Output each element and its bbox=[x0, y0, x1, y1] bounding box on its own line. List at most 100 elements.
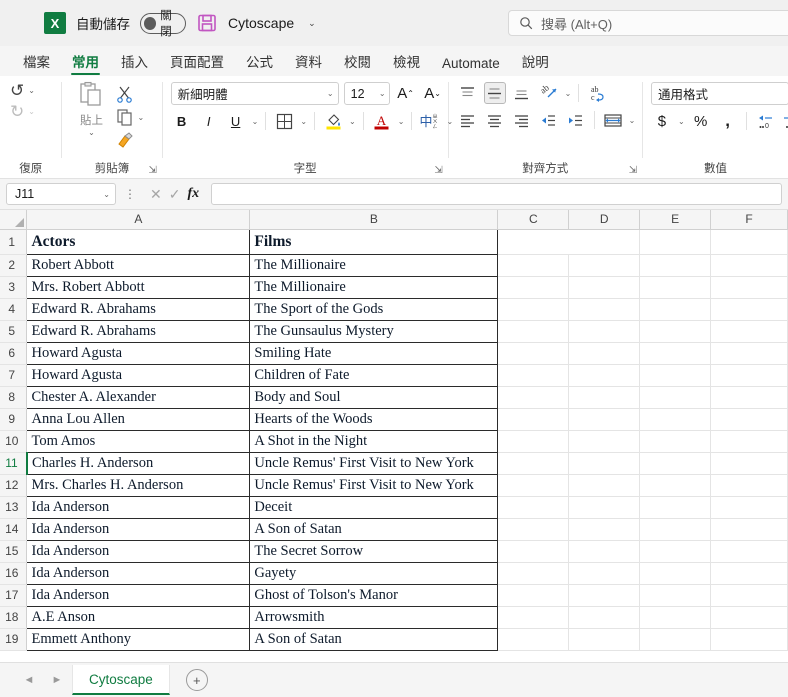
cell-A5[interactable]: Edward R. Abrahams bbox=[26, 320, 251, 343]
cell-A11[interactable]: Charles H. Anderson bbox=[25, 452, 251, 475]
cell-D6[interactable] bbox=[568, 342, 641, 365]
cell-C4[interactable] bbox=[497, 298, 570, 321]
cell-A10[interactable]: Tom Amos bbox=[26, 430, 251, 453]
cell-F7[interactable] bbox=[710, 364, 788, 387]
tab-file[interactable]: 檔案 bbox=[14, 48, 59, 76]
undo-button[interactable]: ↺ ⌄ bbox=[10, 82, 35, 99]
cell-E10[interactable] bbox=[639, 430, 712, 453]
text-orientation-button[interactable]: ab bbox=[538, 82, 560, 104]
cell-E1[interactable] bbox=[639, 228, 712, 255]
tab-formulas[interactable]: 公式 bbox=[237, 48, 282, 76]
cell-A6[interactable]: Howard Agusta bbox=[26, 342, 251, 365]
cell-F8[interactable] bbox=[710, 386, 788, 409]
bold-button[interactable]: B bbox=[171, 110, 193, 132]
cell-F19[interactable] bbox=[710, 628, 788, 651]
font-size-combobox[interactable]: 12 ⌄ bbox=[343, 82, 390, 105]
align-right-button[interactable] bbox=[511, 109, 533, 131]
cell-B13[interactable]: Deceit bbox=[249, 496, 499, 519]
cell-D8[interactable] bbox=[568, 386, 641, 409]
align-left-button[interactable] bbox=[457, 109, 479, 131]
row-header-5[interactable]: 5 bbox=[0, 320, 28, 343]
column-header-d[interactable]: D bbox=[568, 210, 641, 230]
cell-E9[interactable] bbox=[639, 408, 712, 431]
cell-F4[interactable] bbox=[710, 298, 788, 321]
paste-button[interactable]: 貼上 ⌄ bbox=[68, 81, 114, 137]
copy-button[interactable]: ⌄ bbox=[116, 107, 144, 127]
file-name[interactable]: Cytoscape bbox=[228, 15, 294, 31]
cell-D1[interactable] bbox=[568, 228, 641, 255]
column-header-f[interactable]: F bbox=[710, 210, 788, 230]
tab-data[interactable]: 資料 bbox=[286, 48, 331, 76]
cell-A4[interactable]: Edward R. Abrahams bbox=[26, 298, 251, 321]
increase-decimal-button[interactable]: 0 bbox=[781, 110, 788, 132]
merge-chevron-down-icon[interactable]: ⌄ bbox=[629, 116, 636, 125]
tab-automate[interactable]: Automate bbox=[433, 53, 509, 76]
cell-B7[interactable]: Children of Fate bbox=[249, 364, 499, 387]
copy-chevron-down-icon[interactable]: ⌄ bbox=[137, 113, 144, 122]
alignment-dialog-launcher[interactable]: ⇲ bbox=[627, 165, 639, 177]
cell-B14[interactable]: A Son of Satan bbox=[249, 518, 499, 541]
row-header-19[interactable]: 19 bbox=[0, 628, 28, 651]
underline-chevron-down-icon[interactable]: ⌄ bbox=[252, 117, 259, 126]
cell-D2[interactable] bbox=[568, 254, 641, 277]
increase-indent-button[interactable] bbox=[565, 109, 587, 131]
cell-B12[interactable]: Uncle Remus' First Visit to New York bbox=[249, 474, 499, 497]
font-name-chevron-down-icon[interactable]: ⌄ bbox=[327, 89, 334, 98]
cut-button[interactable] bbox=[116, 84, 144, 104]
cell-C18[interactable] bbox=[497, 606, 570, 629]
cell-B9[interactable]: Hearts of the Woods bbox=[249, 408, 499, 431]
italic-button[interactable]: I bbox=[198, 110, 220, 132]
row-header-11[interactable]: 11 bbox=[0, 452, 28, 475]
row-header-17[interactable]: 17 bbox=[0, 584, 28, 607]
cell-C5[interactable] bbox=[497, 320, 570, 343]
cell-A18[interactable]: A.E Anson bbox=[26, 606, 251, 629]
row-header-7[interactable]: 7 bbox=[0, 364, 28, 387]
tab-home[interactable]: 常用 bbox=[63, 48, 108, 76]
row-header-8[interactable]: 8 bbox=[0, 386, 28, 409]
cell-B2[interactable]: The Millionaire bbox=[249, 254, 499, 277]
cell-C14[interactable] bbox=[497, 518, 570, 541]
cell-B4[interactable]: The Sport of the Gods bbox=[249, 298, 499, 321]
cell-F17[interactable] bbox=[710, 584, 788, 607]
row-header-10[interactable]: 10 bbox=[0, 430, 28, 453]
underline-button[interactable]: U bbox=[225, 110, 247, 132]
row-header-12[interactable]: 12 bbox=[0, 474, 28, 497]
cell-A1[interactable]: Actors bbox=[26, 228, 251, 255]
confirm-entry-icon[interactable]: ✓ bbox=[169, 186, 181, 203]
merge-cells-button[interactable] bbox=[602, 109, 624, 131]
wrap-text-button[interactable]: ab c bbox=[586, 82, 608, 104]
cell-C17[interactable] bbox=[497, 584, 570, 607]
cell-A7[interactable]: Howard Agusta bbox=[26, 364, 251, 387]
borders-chevron-down-icon[interactable]: ⌄ bbox=[300, 117, 307, 126]
cell-F12[interactable] bbox=[710, 474, 788, 497]
row-header-4[interactable]: 4 bbox=[0, 298, 28, 321]
cell-C11[interactable] bbox=[497, 452, 570, 475]
font-dialog-launcher[interactable]: ⇲ bbox=[433, 165, 445, 177]
cell-B3[interactable]: The Millionaire bbox=[249, 276, 499, 299]
cell-D19[interactable] bbox=[568, 628, 641, 651]
cell-D15[interactable] bbox=[568, 540, 641, 563]
undo-chevron-down-icon[interactable]: ⌄ bbox=[28, 86, 35, 95]
cell-F11[interactable] bbox=[710, 452, 788, 475]
cell-A2[interactable]: Robert Abbott bbox=[26, 254, 251, 277]
formula-bar-more-icon[interactable]: ⋮ bbox=[122, 187, 138, 201]
row-header-14[interactable]: 14 bbox=[0, 518, 28, 541]
row-header-15[interactable]: 15 bbox=[0, 540, 28, 563]
column-header-e[interactable]: E bbox=[639, 210, 712, 230]
cell-F14[interactable] bbox=[710, 518, 788, 541]
cell-C6[interactable] bbox=[497, 342, 570, 365]
cell-A19[interactable]: Emmett Anthony bbox=[26, 628, 251, 651]
autosave-toggle[interactable]: 關閉 bbox=[140, 10, 186, 38]
font-size-chevron-down-icon[interactable]: ⌄ bbox=[379, 89, 386, 98]
cell-E11[interactable] bbox=[639, 452, 712, 475]
comma-style-button[interactable]: , bbox=[717, 110, 739, 132]
cell-C2[interactable] bbox=[497, 254, 570, 277]
phonetic-guide-button[interactable]: 中 ㄓ ㄨ ㄥ bbox=[419, 110, 441, 132]
cell-C10[interactable] bbox=[497, 430, 570, 453]
tab-view[interactable]: 檢視 bbox=[384, 48, 429, 76]
cell-D17[interactable] bbox=[568, 584, 641, 607]
cell-F2[interactable] bbox=[710, 254, 788, 277]
fill-color-button[interactable] bbox=[322, 110, 344, 132]
cell-D16[interactable] bbox=[568, 562, 641, 585]
currency-format-button[interactable]: $ bbox=[651, 110, 673, 132]
